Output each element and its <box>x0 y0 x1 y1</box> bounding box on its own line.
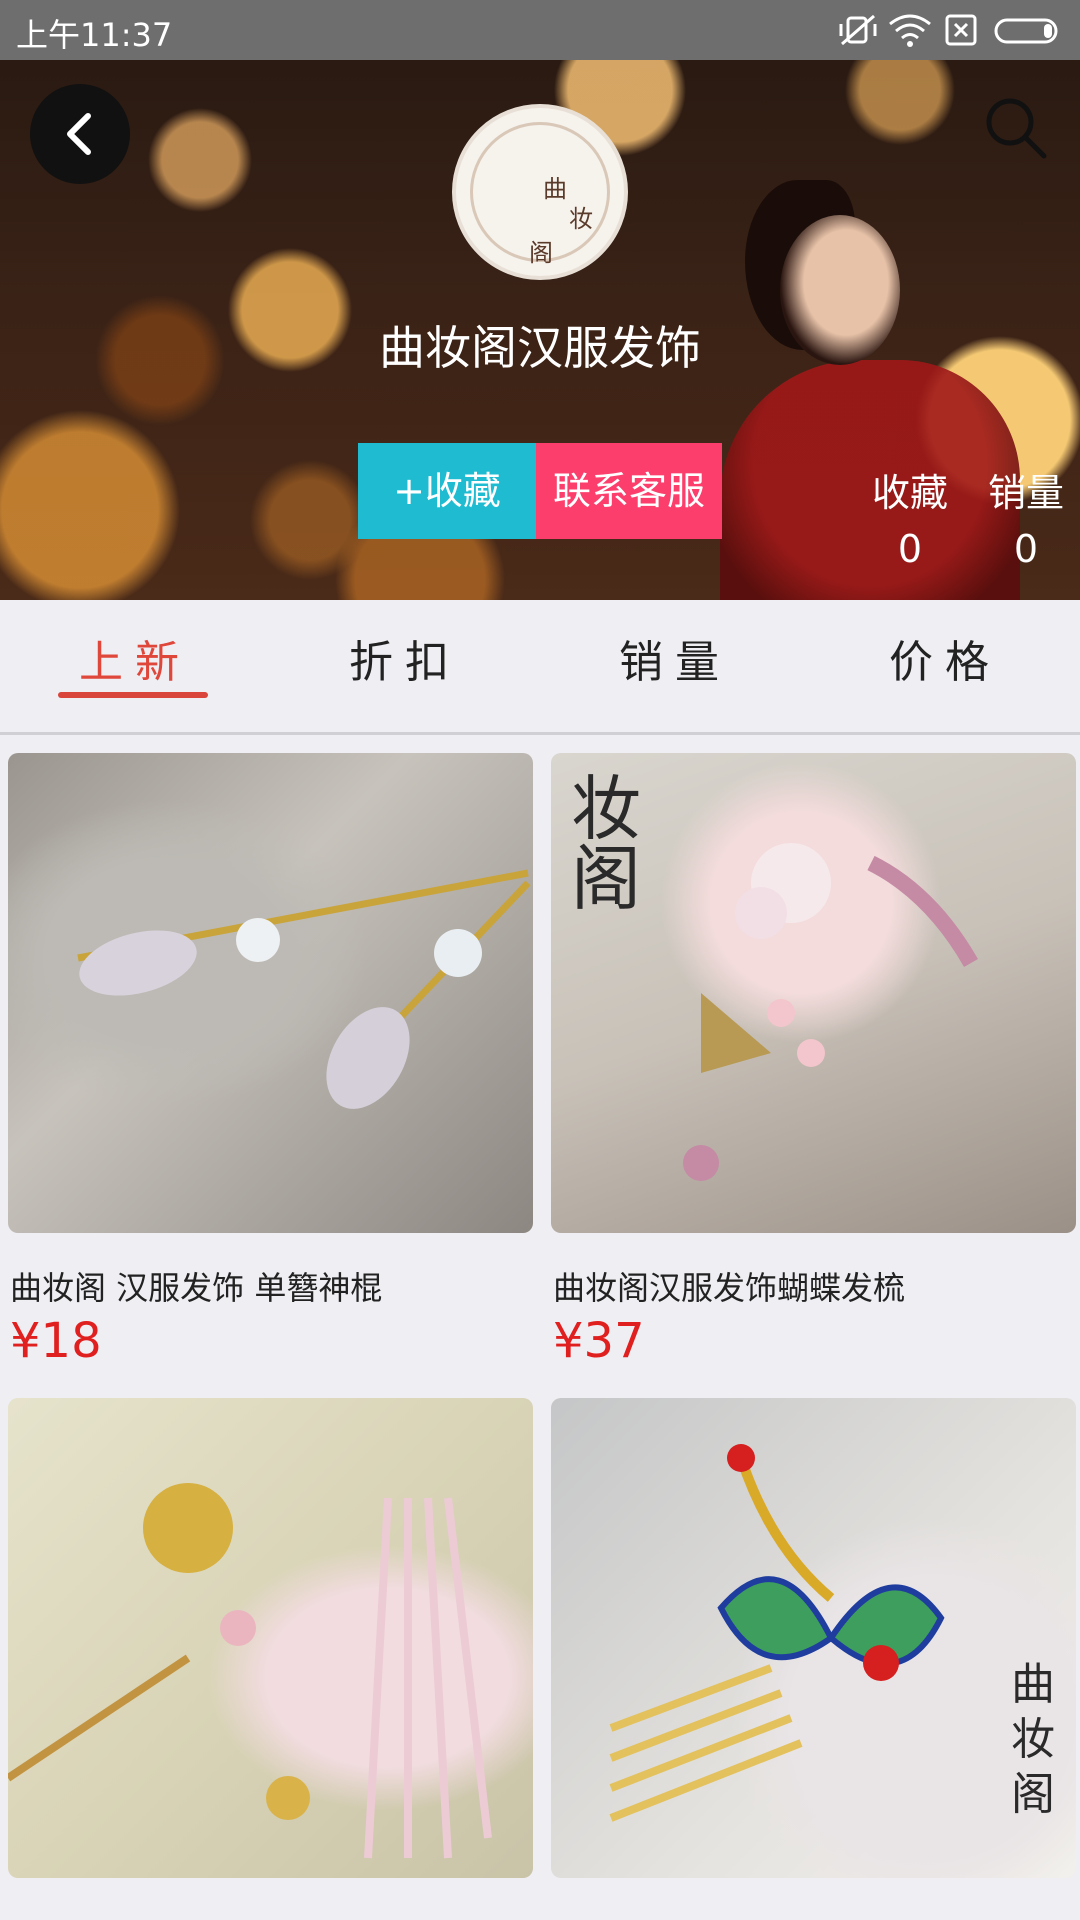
hairpin-illustration <box>77 869 531 1109</box>
search-icon[interactable] <box>980 92 1052 164</box>
stat-value: 0 <box>1013 527 1039 571</box>
tab-price[interactable]: 价格 <box>810 626 1080 690</box>
favorite-button[interactable]: +收藏 <box>358 443 536 539</box>
product-image[interactable]: 曲 妆 阁 <box>551 1398 1076 1878</box>
wifi-icon <box>889 14 931 47</box>
stat-value: 0 <box>897 527 923 571</box>
product-image[interactable] <box>8 1398 533 1878</box>
contact-service-button[interactable]: 联系客服 <box>536 443 722 539</box>
stat-label: 销量 <box>987 471 1064 515</box>
status-bar: 上午11:37 <box>0 0 1080 60</box>
calligraphy-watermark: 阁 <box>571 838 641 920</box>
status-time: 上午11:37 <box>16 16 173 54</box>
battery-icon <box>994 18 1058 44</box>
tab-new[interactable]: 上新 <box>0 626 270 690</box>
product-name[interactable]: 曲妆阁 汉服发饰 单簪神棍 <box>10 1263 382 1309</box>
product-image[interactable]: 妆 阁 <box>551 753 1076 1233</box>
butterfly-comb-illustration <box>609 1444 945 1822</box>
product-price: ¥37 <box>553 1313 645 1369</box>
product-name[interactable]: 曲妆阁汉服发饰蝴蝶发梳 <box>553 1263 905 1309</box>
product-image[interactable] <box>8 753 533 1233</box>
stat-sales: 销量 0 <box>976 462 1076 571</box>
product-price: ¥18 <box>10 1313 102 1369</box>
logo-char: 阁 <box>529 239 553 267</box>
calligraphy-watermark: 阁 <box>1011 1769 1055 1820</box>
tab-sales[interactable]: 销量 <box>540 626 810 690</box>
stat-label: 收藏 <box>871 471 948 515</box>
vibrate-off-icon <box>839 14 877 46</box>
tab-discount[interactable]: 折扣 <box>270 626 540 690</box>
logo-char: 妆 <box>569 205 593 233</box>
back-button[interactable] <box>30 84 130 184</box>
stat-favorites: 收藏 0 <box>862 462 958 571</box>
no-sim-icon <box>945 14 977 46</box>
shop-logo: 曲 妆 阁 <box>452 104 628 280</box>
shop-name: 曲妆阁汉服发饰 <box>379 321 701 375</box>
sort-tabs: 上新 折扣 销量 价格 <box>0 600 1080 735</box>
active-tab-indicator <box>58 692 208 698</box>
logo-char: 曲 <box>543 175 567 203</box>
chevron-left-icon <box>67 113 91 155</box>
shop-logo-ring: 曲 妆 阁 <box>470 122 610 267</box>
tassel-hairpin-illustration <box>8 1483 492 1859</box>
